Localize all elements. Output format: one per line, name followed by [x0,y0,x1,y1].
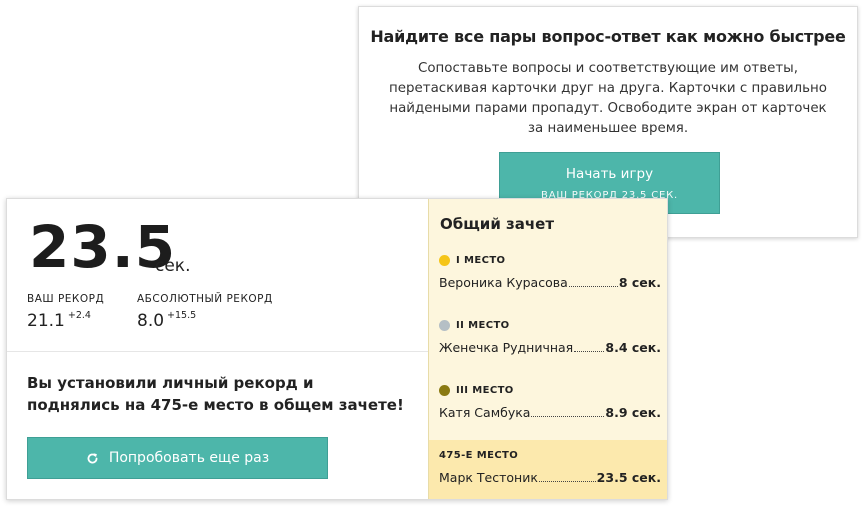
leaderboard-panel: Общий зачет I МЕСТО Вероника Курасова 8 … [428,199,667,499]
start-card-description: Сопоставьте вопросы и соответствующие им… [389,61,827,136]
leader-dots [538,481,596,482]
result-message: Вы установили личный рекорд и поднялись … [27,374,404,414]
absolute-record-label: АБСОЛЮТНЫЙ РЕКОРД [137,293,273,305]
user-place-label: 475-Е МЕСТО [439,450,518,461]
absolute-record-value: 8.0 [137,311,165,331]
leaderboard-row-2: Женечка Рудничная 8.4 сек. [439,340,661,355]
place-label-text: III МЕСТО [456,385,514,396]
leaderboard-row-1: Вероника Курасова 8 сек. [439,275,661,290]
player-name: Катя Самбука [439,405,531,420]
leaderboard-user-row: Марк Тестоник 23.5 сек. [439,470,661,485]
start-card-title: Найдите все пары вопрос-ответ как можно … [370,27,846,46]
leader-dots [531,416,605,417]
result-card: 23.5 сек. ВАШ РЕКОРД 21.1 +2.4 АБСОЛЮТНЫЙ… [6,198,668,500]
your-record: 21.1 +2.4 [27,310,91,331]
absolute-record-diff: +15.5 [167,310,197,321]
your-record-label: ВАШ РЕКОРД [27,293,105,305]
player-name: Марк Тестоник [439,470,538,485]
your-record-value: 21.1 [27,311,65,331]
place-label-3: III МЕСТО [439,385,514,396]
leader-dots [574,351,605,352]
player-time: 23.5 сек. [596,470,661,485]
silver-medal-icon [439,320,450,331]
place-label-text: II МЕСТО [456,320,510,331]
player-time: 8 сек. [618,275,661,290]
bronze-medal-icon [439,385,450,396]
leader-dots [568,286,618,287]
player-name: Женечка Рудничная [439,340,574,355]
player-time: 8.4 сек. [605,340,661,355]
gold-medal-icon [439,255,450,266]
absolute-record: 8.0 +15.5 [137,310,197,331]
refresh-icon [86,452,99,465]
result-panel: 23.5 сек. ВАШ РЕКОРД 21.1 +2.4 АБСОЛЮТНЫЙ… [7,199,428,499]
place-label-text: 475-Е МЕСТО [439,450,519,461]
player-time: 8.9 сек. [605,405,661,420]
place-label-2: II МЕСТО [439,320,510,331]
start-game-button-label: Начать игру [565,166,654,182]
place-label-text: I МЕСТО [456,255,506,266]
retry-button[interactable]: Попробовать еще раз [27,437,328,479]
leaderboard-row-3: Катя Самбука 8.9 сек. [439,405,661,420]
divider [7,351,428,352]
your-record-diff: +2.4 [67,310,91,321]
place-label-1: I МЕСТО [439,255,505,266]
player-name: Вероника Курасова [439,275,568,290]
leaderboard-title: Общий зачет [440,215,555,233]
score-unit: сек. [155,256,191,276]
retry-button-label: Попробовать еще раз [108,450,270,466]
